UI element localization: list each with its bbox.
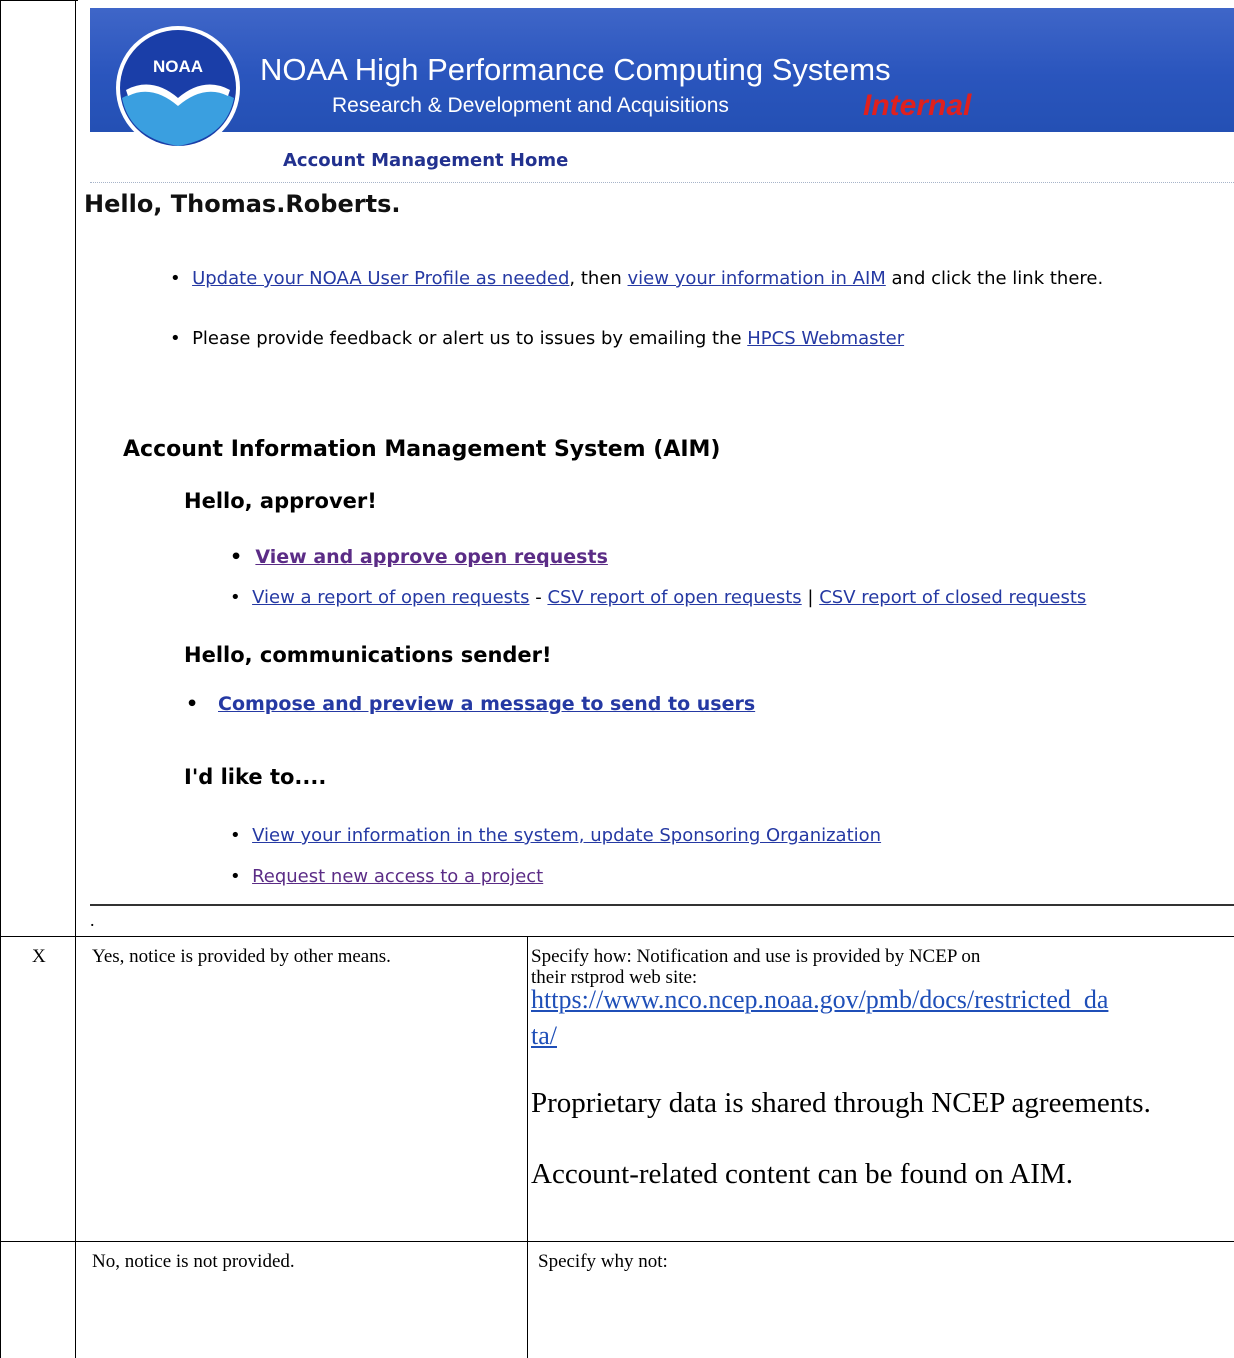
account-management-home-link[interactable]: Account Management Home [283, 150, 568, 171]
table-row-divider-1 [0, 936, 1234, 937]
restricted-data-url-link[interactable]: https://www.nco.ncep.noaa.gov/pmb/docs/r… [531, 985, 1108, 1014]
bullet-approve-requests: • View and approve open requests [230, 546, 608, 568]
table-col2-divider [527, 936, 528, 1358]
row1-para1: Proprietary data is shared through NCEP … [531, 1087, 1151, 1119]
comm-sender-heading: Hello, communications sender! [184, 643, 552, 667]
bullet-compose: • Compose and preview a message to send … [186, 693, 756, 715]
screenshot-bottom-rule [90, 904, 1234, 906]
banner-internal-tag: Internal [863, 89, 972, 122]
bullet-request-access: • Request new access to a project [230, 866, 544, 887]
noaa-logo-icon: NOAA [116, 26, 240, 150]
banner-subtitle: Research & Development and Acquisitions [332, 94, 729, 117]
table-col1-divider [75, 0, 76, 1358]
approver-heading: Hello, approver! [184, 489, 377, 513]
compose-message-link[interactable]: Compose and preview a message to send to… [218, 693, 755, 715]
bullet-feedback: • Please provide feedback or alert us to… [170, 328, 905, 349]
table-left-border [0, 0, 1, 1358]
restricted-data-url-link-cont[interactable]: ta/ [531, 1021, 557, 1050]
row1-url-line1[interactable]: https://www.nco.ncep.noaa.gov/pmb/docs/r… [531, 985, 1108, 1015]
open-requests-report-link[interactable]: View a report of open requests [252, 587, 529, 608]
csv-closed-requests-link[interactable]: CSV report of closed requests [819, 587, 1086, 608]
greeting: Hello, Thomas.Roberts. [84, 190, 401, 218]
aim-screenshot: NOAA High Performance Computing Systems … [78, 0, 1234, 906]
bullet-view-info: • View your information in the system, u… [230, 825, 882, 846]
row1-para2: Account-related content can be found on … [531, 1158, 1073, 1190]
row1-mark: X [32, 946, 46, 967]
banner: NOAA High Performance Computing Systems … [90, 8, 1234, 132]
row2-option: No, notice is not provided. [92, 1251, 295, 1272]
hpcs-webmaster-link[interactable]: HPCS Webmaster [747, 328, 904, 349]
banner-title: NOAA High Performance Computing Systems [260, 52, 891, 87]
table-row-divider-2 [0, 1241, 1234, 1242]
csv-open-requests-link[interactable]: CSV report of open requests [547, 587, 801, 608]
cell-dot: . [90, 910, 95, 930]
noaa-logo-text: NOAA [153, 57, 203, 76]
bullet-update-profile: • Update your NOAA User Profile as neede… [170, 268, 1104, 289]
view-info-system-link[interactable]: View your information in the system, upd… [252, 825, 881, 846]
nav-divider [90, 182, 1234, 183]
row1-option: Yes, notice is provided by other means. [92, 946, 391, 967]
like-to-heading: I'd like to.... [184, 765, 327, 789]
view-info-aim-link[interactable]: view your information in AIM [628, 268, 886, 289]
row1-url-line2[interactable]: ta/ [531, 1021, 557, 1051]
row2-specify: Specify why not: [538, 1251, 668, 1272]
row1-specify-line1: Specify how: Notification and use is pro… [531, 946, 981, 967]
view-approve-requests-link[interactable]: View and approve open requests [255, 546, 607, 568]
request-access-link[interactable]: Request new access to a project [252, 866, 543, 887]
aim-heading: Account Information Management System (A… [123, 437, 721, 462]
bullet-reports: • View a report of open requests - CSV r… [230, 587, 1087, 608]
update-profile-link[interactable]: Update your NOAA User Profile as needed [192, 268, 569, 289]
